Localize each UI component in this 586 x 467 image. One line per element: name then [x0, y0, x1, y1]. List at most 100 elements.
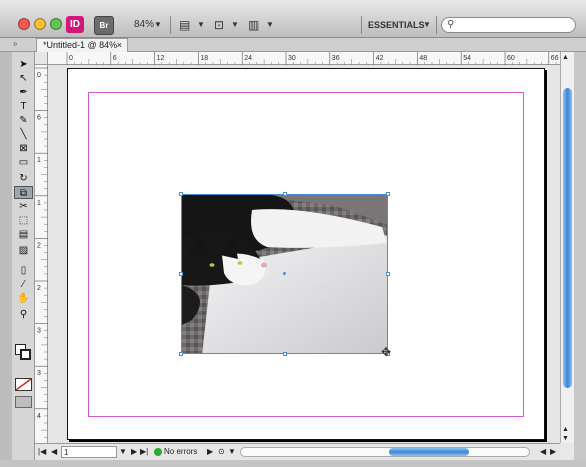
zoom-level-field[interactable]: 84%: [134, 16, 154, 34]
workspace-switcher[interactable]: ESSENTIALS: [368, 16, 425, 34]
screen-mode-icon[interactable]: ⊡: [214, 16, 224, 34]
page-number-field[interactable]: 1: [61, 446, 117, 458]
pencil-tool-icon[interactable]: ✎: [14, 114, 33, 127]
open-page-icon[interactable]: ⊙: [218, 444, 225, 460]
v-ruler-label: 1: [37, 157, 41, 164]
pen-tool-icon[interactable]: ✒: [14, 86, 33, 99]
free-transform-tool-icon[interactable]: ⬚: [14, 214, 33, 227]
ruler-origin[interactable]: [35, 52, 48, 65]
first-page-icon[interactable]: |◀: [38, 444, 46, 460]
horizontal-scroll-thumb[interactable]: [389, 448, 469, 456]
hand-tool-icon[interactable]: ✋: [14, 292, 33, 305]
next-page-icon[interactable]: ▶: [131, 444, 137, 460]
preflight-errors-label[interactable]: No errors: [164, 444, 197, 460]
right-panel-edge: [574, 52, 586, 467]
apply-none-button[interactable]: [15, 378, 32, 391]
close-window-button[interactable]: [18, 18, 30, 30]
horizontal-ruler[interactable]: 0 6 12 18 24 30 36 42 48 54 60 66: [48, 52, 560, 65]
h-ruler-label: 30: [288, 55, 296, 62]
screen-mode-button[interactable]: [15, 396, 32, 408]
workspace-dropdown-icon[interactable]: ▼: [423, 16, 431, 34]
h-ruler-label: 66: [551, 55, 559, 62]
v-ruler-label: 1: [37, 200, 41, 207]
horizontal-scrollbar[interactable]: [240, 447, 530, 457]
transform-cursor-icon: ✥: [381, 345, 392, 359]
eyedropper-tool-icon[interactable]: ⁄: [14, 278, 33, 291]
last-page-icon[interactable]: ▶|: [140, 444, 148, 460]
arrange-documents-icon[interactable]: ▥: [248, 16, 259, 34]
v-ruler-label: 6: [37, 115, 41, 122]
rectangle-tool-icon[interactable]: ▭: [14, 156, 33, 169]
line-tool-icon[interactable]: ╲: [14, 128, 33, 141]
h-ruler-label: 42: [376, 55, 384, 62]
h-ruler-label: 36: [332, 55, 340, 62]
horizontal-ruler-ticks: 0 6 12 18 24 30 36 42 48 54 60 66: [66, 52, 559, 65]
type-tool-icon[interactable]: T: [14, 100, 33, 113]
rotate-tool-icon[interactable]: ↻: [14, 172, 33, 185]
toolbar-separator: [170, 16, 171, 34]
vertical-ruler-ticks: 0611223344: [35, 67, 48, 462]
h-ruler-label: 12: [157, 55, 165, 62]
vertical-scroll-thumb[interactable]: [563, 88, 572, 388]
scroll-left-arrow-icon[interactable]: ◀: [540, 444, 546, 460]
frame-handle-bottom-middle[interactable]: [283, 352, 287, 356]
v-ruler-label: 3: [37, 328, 41, 335]
indesign-app-icon[interactable]: ID: [66, 16, 84, 33]
document-tab[interactable]: *Untitled-1 @ 84% ×: [36, 38, 128, 52]
scale-tool-icon[interactable]: ⧉: [14, 186, 33, 199]
preflight-menu-icon[interactable]: ▶: [207, 444, 213, 460]
v-ruler-label: 2: [37, 285, 41, 292]
screen-mode-dropdown-icon[interactable]: ▼: [231, 16, 239, 34]
rectangle-frame-tool-icon[interactable]: ⊠: [14, 142, 33, 155]
frame-handle-top-middle[interactable]: [283, 192, 287, 196]
open-page-dropdown-icon[interactable]: ▼: [228, 444, 236, 460]
bridge-button[interactable]: Br: [94, 16, 114, 35]
panel-collapse-icon[interactable]: »: [13, 39, 17, 48]
frame-handle-bottom-left[interactable]: [179, 352, 183, 356]
scroll-up-arrow-icon[interactable]: ▲: [562, 54, 569, 61]
page-dropdown-icon[interactable]: ▼: [119, 444, 127, 460]
scroll-up-arrow-icon[interactable]: ▲: [562, 426, 569, 433]
h-ruler-label: 6: [113, 55, 117, 62]
h-ruler-label: 0: [69, 55, 73, 62]
tools-panel: ➤ ↖ ✒ T ✎ ╲ ⊠ ▭ ↻ ⧉ ✂ ⬚ ▤ ▨ ▯ ⁄ ✋ ⚲: [12, 52, 35, 460]
search-icon: ⚲: [447, 19, 455, 30]
scroll-down-arrow-icon[interactable]: ▼: [562, 435, 569, 442]
frame-center-point[interactable]: [283, 272, 286, 275]
frame-handle-middle-left[interactable]: [179, 272, 183, 276]
previous-page-icon[interactable]: ◀: [51, 444, 57, 460]
none-slash-icon: [15, 378, 32, 391]
v-ruler-label: 3: [37, 370, 41, 377]
search-field[interactable]: ⚲: [441, 17, 576, 33]
h-ruler-label: 60: [507, 55, 515, 62]
scroll-right-arrow-icon[interactable]: ▶: [550, 444, 556, 460]
frame-handle-middle-right[interactable]: [386, 272, 390, 276]
status-bar: |◀ ◀ 1 ▼ ▶ ▶| No errors ▶ ⊙ ▼ ◀ ▶: [35, 443, 560, 460]
frame-handle-top-left[interactable]: [179, 192, 183, 196]
toolbar-separator: [361, 16, 362, 34]
direct-selection-arrow-tool-icon[interactable]: ↖: [14, 72, 33, 85]
gradient-feather-tool-icon[interactable]: ▨: [14, 244, 33, 257]
selection-arrow-tool-icon[interactable]: ➤: [14, 58, 33, 71]
window-bottom-edge: [0, 460, 586, 467]
vertical-scrollbar[interactable]: ▲ ▲ ▼: [560, 52, 574, 443]
note-tool-icon[interactable]: ▯: [14, 264, 33, 277]
vertical-ruler[interactable]: 0611223344: [35, 65, 48, 462]
view-options-icon[interactable]: ▤: [179, 16, 190, 34]
view-options-dropdown-icon[interactable]: ▼: [197, 16, 205, 34]
zoom-tool-icon[interactable]: ⚲: [14, 308, 33, 321]
frame-handle-top-right[interactable]: [386, 192, 390, 196]
stroke-swatch[interactable]: [20, 349, 31, 360]
left-panel-edge: [0, 52, 12, 460]
v-ruler-label: 4: [37, 413, 41, 420]
gradient-tool-icon[interactable]: ▤: [14, 228, 33, 241]
h-ruler-label: 24: [244, 55, 252, 62]
v-ruler-label: 2: [37, 242, 41, 249]
minimize-window-button[interactable]: [34, 18, 46, 30]
zoom-dropdown-icon[interactable]: ▼: [154, 16, 162, 34]
close-tab-icon[interactable]: ×: [117, 39, 122, 52]
arrange-documents-dropdown-icon[interactable]: ▼: [266, 16, 274, 34]
scissors-tool-icon[interactable]: ✂: [14, 200, 33, 213]
h-ruler-label: 54: [463, 55, 471, 62]
zoom-window-button[interactable]: [50, 18, 62, 30]
